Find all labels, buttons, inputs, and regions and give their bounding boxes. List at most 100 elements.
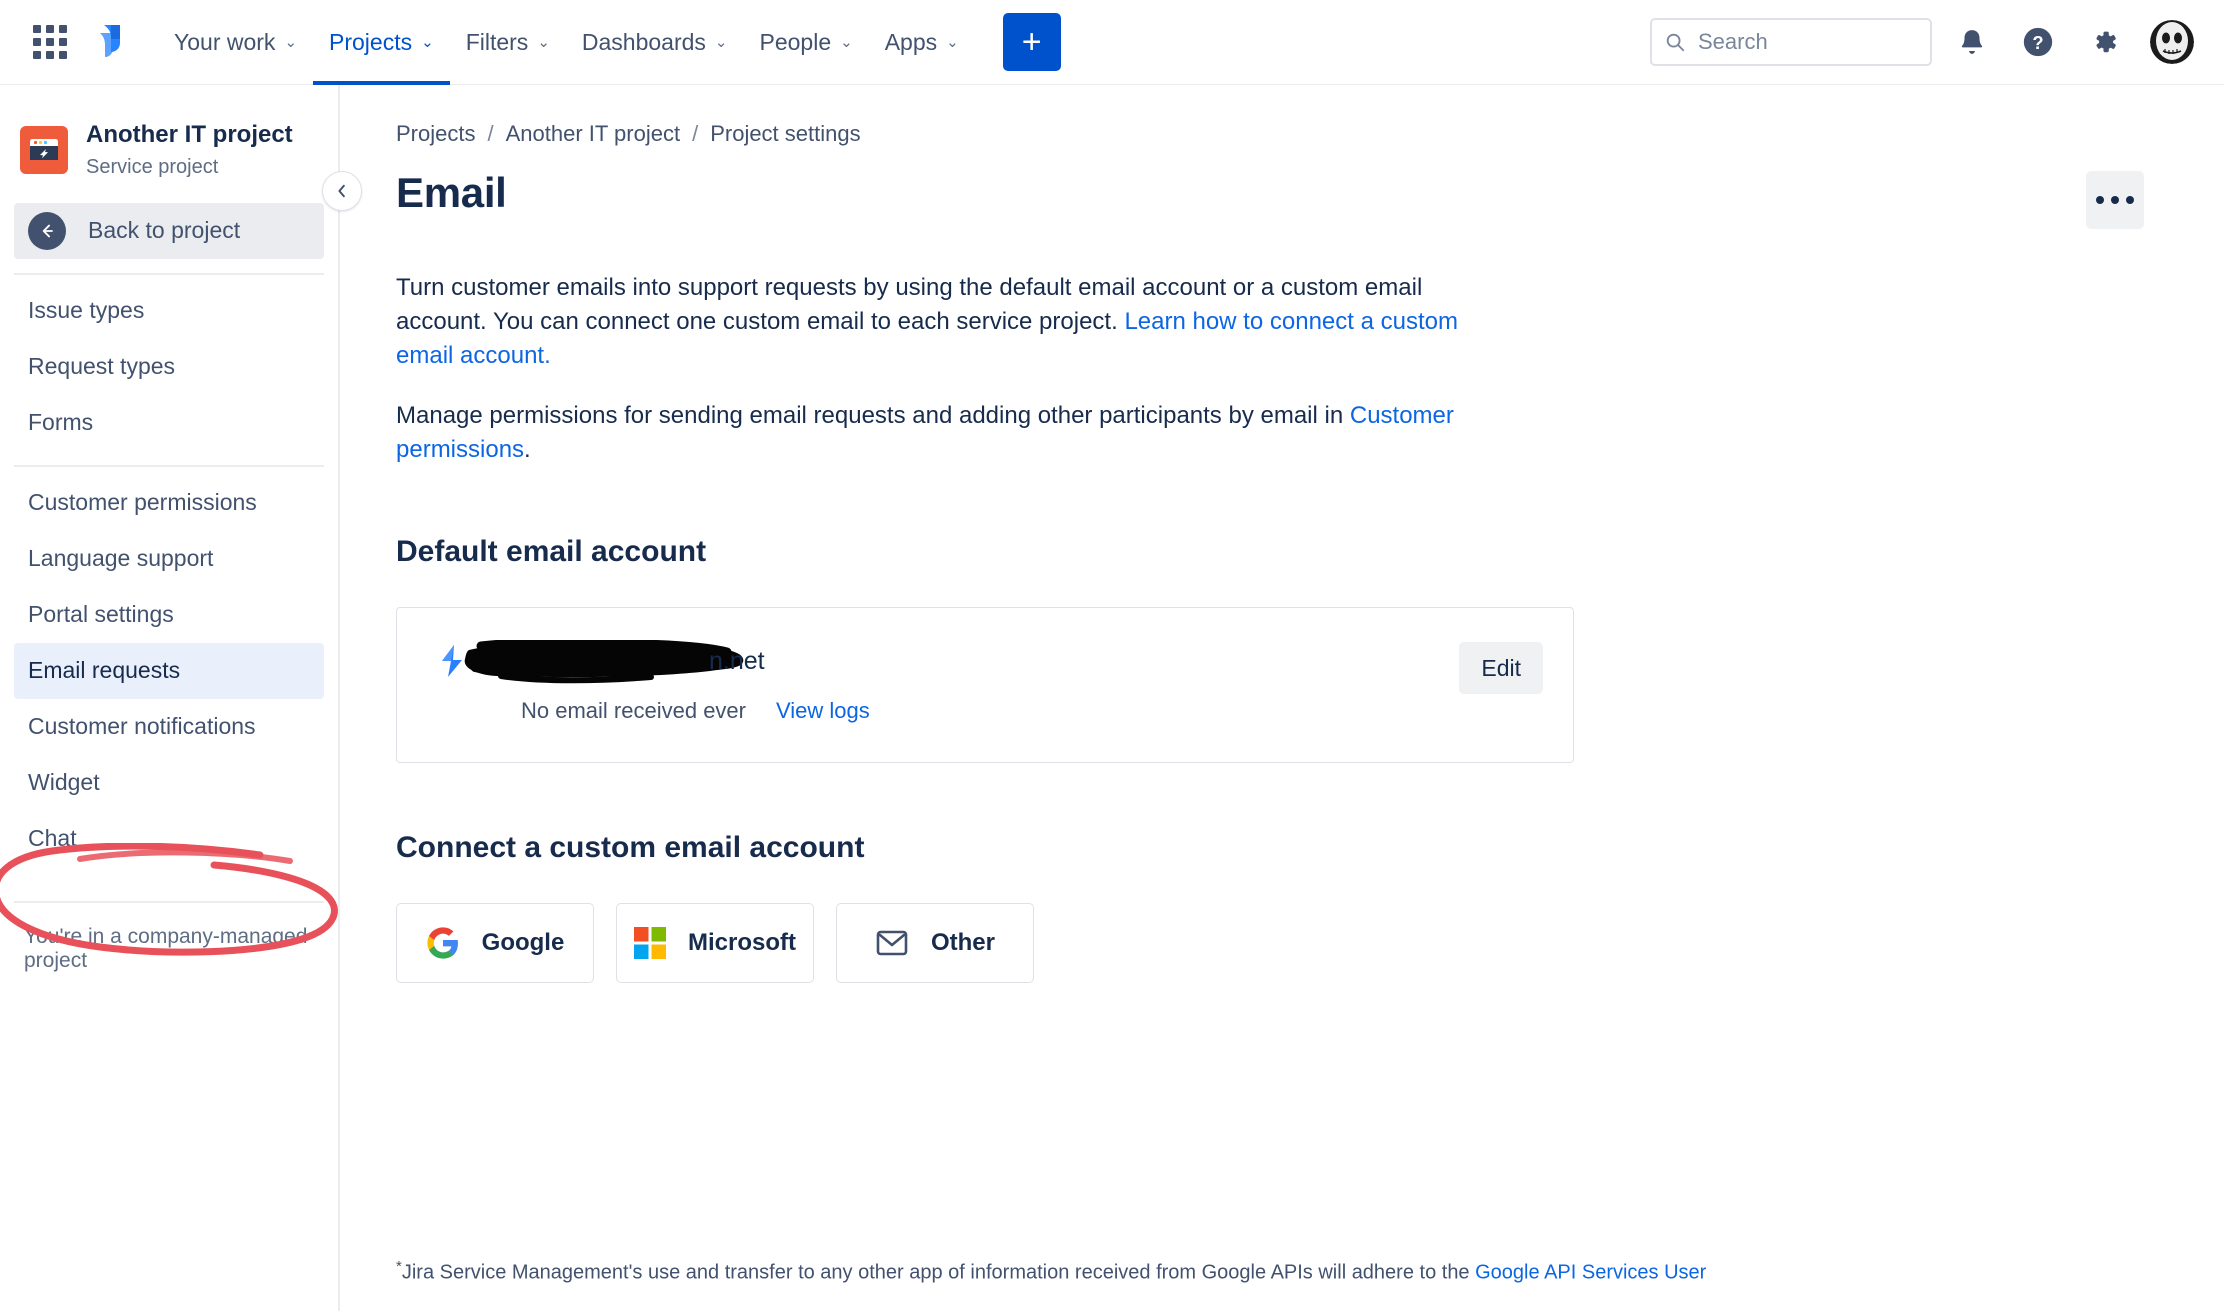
nav-item-your-work[interactable]: Your work ⌄ bbox=[158, 0, 313, 85]
notifications-button[interactable] bbox=[1946, 16, 1998, 68]
help-button[interactable]: ? bbox=[2012, 16, 2064, 68]
primary-nav-items: Your work ⌄ Projects ⌄ Filters ⌄ Dashboa… bbox=[158, 0, 975, 85]
intro-paragraph-1: Turn customer emails into support reques… bbox=[396, 271, 1472, 373]
intro-paragraph-2: Manage permissions for sending email req… bbox=[396, 399, 1472, 467]
microsoft-icon bbox=[634, 927, 666, 959]
breadcrumb-item-projects[interactable]: Projects bbox=[396, 121, 475, 147]
sidebar-item-issue-types[interactable]: Issue types bbox=[14, 283, 324, 339]
grid-apps-icon[interactable] bbox=[32, 24, 68, 60]
nav-item-label: Dashboards bbox=[582, 29, 706, 56]
arrow-left-icon bbox=[28, 212, 66, 250]
sidebar-item-label: Widget bbox=[28, 769, 100, 796]
company-managed-note: You're in a company-managed project bbox=[0, 903, 338, 973]
top-navigation-bar: Your work ⌄ Projects ⌄ Filters ⌄ Dashboa… bbox=[0, 0, 2224, 85]
connect-microsoft-button[interactable]: Microsoft bbox=[616, 903, 814, 983]
breadcrumb-separator: / bbox=[692, 121, 698, 147]
bell-icon bbox=[1957, 27, 1987, 57]
sidebar-group-1: Issue types Request types Forms bbox=[0, 275, 338, 451]
chevron-down-icon: ⌄ bbox=[715, 35, 728, 50]
sidebar-item-widget[interactable]: Widget bbox=[14, 755, 324, 811]
sidebar-item-customer-permissions[interactable]: Customer permissions bbox=[14, 475, 324, 531]
search-placeholder: Search bbox=[1698, 29, 1768, 55]
breadcrumb-item-another-it-project[interactable]: Another IT project bbox=[506, 121, 680, 147]
email-domain-suffix: n.net bbox=[709, 647, 765, 676]
search-icon bbox=[1664, 31, 1686, 53]
connect-google-button[interactable]: Google bbox=[396, 903, 594, 983]
chevron-down-icon: ⌄ bbox=[946, 35, 959, 50]
redacted-email-block bbox=[461, 640, 751, 682]
connect-other-button[interactable]: Other bbox=[836, 903, 1034, 983]
nav-item-people[interactable]: People ⌄ bbox=[744, 0, 869, 85]
google-icon bbox=[426, 926, 460, 960]
sidebar-item-forms[interactable]: Forms bbox=[14, 395, 324, 451]
project-settings-sidebar: Another IT project Service project Back … bbox=[0, 85, 340, 1311]
sidebar-item-portal-settings[interactable]: Portal settings bbox=[14, 587, 324, 643]
edit-button[interactable]: Edit bbox=[1459, 642, 1543, 694]
email-status-row: No email received ever View logs bbox=[439, 698, 1573, 724]
nav-item-label: Your work bbox=[174, 29, 275, 56]
breadcrumb-separator: / bbox=[487, 121, 493, 147]
email-provider-buttons: Google Microsoft Other bbox=[342, 865, 2224, 983]
more-actions-button[interactable] bbox=[2086, 171, 2144, 229]
default-email-account-card: n.net No email received ever View logs E… bbox=[396, 607, 1574, 763]
nav-item-label: Apps bbox=[885, 29, 937, 56]
sidebar-item-label: Request types bbox=[28, 353, 175, 380]
page-title: Email bbox=[396, 169, 507, 217]
avatar-image bbox=[2150, 20, 2194, 64]
breadcrumb-item-project-settings[interactable]: Project settings bbox=[710, 121, 860, 147]
nav-item-label: People bbox=[760, 29, 832, 56]
nav-item-label: Filters bbox=[466, 29, 529, 56]
search-input[interactable]: Search bbox=[1650, 18, 1932, 66]
project-name: Another IT project bbox=[86, 121, 293, 150]
sidebar-item-label: Customer notifications bbox=[28, 713, 256, 740]
ellipsis-icon-dot bbox=[2111, 196, 2119, 204]
footnote-text: Jira Service Management's use and transf… bbox=[402, 1262, 1475, 1284]
google-api-footnote: *Jira Service Management's use and trans… bbox=[396, 1258, 2196, 1285]
sidebar-item-label: Customer permissions bbox=[28, 489, 257, 516]
ellipsis-icon-dot bbox=[2096, 196, 2104, 204]
intro-paragraph-2-text: Manage permissions for sending email req… bbox=[396, 402, 1350, 429]
view-logs-link[interactable]: View logs bbox=[776, 698, 870, 724]
nav-item-dashboards[interactable]: Dashboards ⌄ bbox=[566, 0, 744, 85]
back-to-project-button[interactable]: Back to project bbox=[14, 203, 324, 259]
sidebar-item-chat[interactable]: Chat bbox=[14, 811, 324, 867]
settings-button[interactable] bbox=[2078, 16, 2130, 68]
nav-item-filters[interactable]: Filters ⌄ bbox=[450, 0, 566, 85]
collapse-sidebar-button[interactable] bbox=[322, 171, 362, 211]
gear-icon bbox=[2088, 26, 2120, 58]
page-title-row: Email bbox=[342, 147, 2224, 229]
svg-text:?: ? bbox=[2032, 32, 2043, 53]
provider-label: Other bbox=[931, 929, 995, 957]
nav-item-apps[interactable]: Apps ⌄ bbox=[869, 0, 975, 85]
project-type: Service project bbox=[86, 156, 293, 179]
email-address-row: n.net bbox=[439, 640, 1573, 682]
sidebar-item-label: Forms bbox=[28, 409, 93, 436]
intro-paragraph-2-period: . bbox=[524, 436, 531, 463]
connect-custom-email-heading: Connect a custom email account bbox=[342, 763, 2224, 865]
service-project-icon bbox=[20, 126, 68, 174]
chevron-left-icon bbox=[333, 182, 351, 200]
sidebar-item-language-support[interactable]: Language support bbox=[14, 531, 324, 587]
sidebar-group-2: Customer permissions Language support Po… bbox=[0, 467, 338, 867]
sidebar-item-label: Language support bbox=[28, 545, 213, 572]
chevron-down-icon: ⌄ bbox=[840, 35, 853, 50]
project-header: Another IT project Service project bbox=[0, 85, 338, 179]
sidebar-item-customer-notifications[interactable]: Customer notifications bbox=[14, 699, 324, 755]
chevron-down-icon: ⌄ bbox=[537, 35, 550, 50]
create-button[interactable]: + bbox=[1003, 13, 1061, 71]
sidebar-item-label: Portal settings bbox=[28, 601, 174, 628]
google-api-services-user-link[interactable]: Google API Services User bbox=[1475, 1262, 1706, 1284]
sidebar-item-label: Chat bbox=[28, 825, 77, 852]
jira-logo-icon[interactable] bbox=[90, 21, 132, 63]
provider-label: Google bbox=[482, 929, 565, 957]
user-avatar[interactable] bbox=[2150, 20, 2194, 64]
back-to-project-label: Back to project bbox=[88, 217, 240, 244]
default-email-account-heading: Default email account bbox=[342, 467, 2224, 569]
sidebar-item-email-requests[interactable]: Email requests bbox=[14, 643, 324, 699]
envelope-icon bbox=[875, 927, 909, 959]
sidebar-item-request-types[interactable]: Request types bbox=[14, 339, 324, 395]
chevron-down-icon: ⌄ bbox=[284, 35, 297, 50]
chevron-down-icon: ⌄ bbox=[421, 35, 434, 50]
email-status-text: No email received ever bbox=[521, 698, 746, 724]
nav-item-projects[interactable]: Projects ⌄ bbox=[313, 0, 450, 85]
